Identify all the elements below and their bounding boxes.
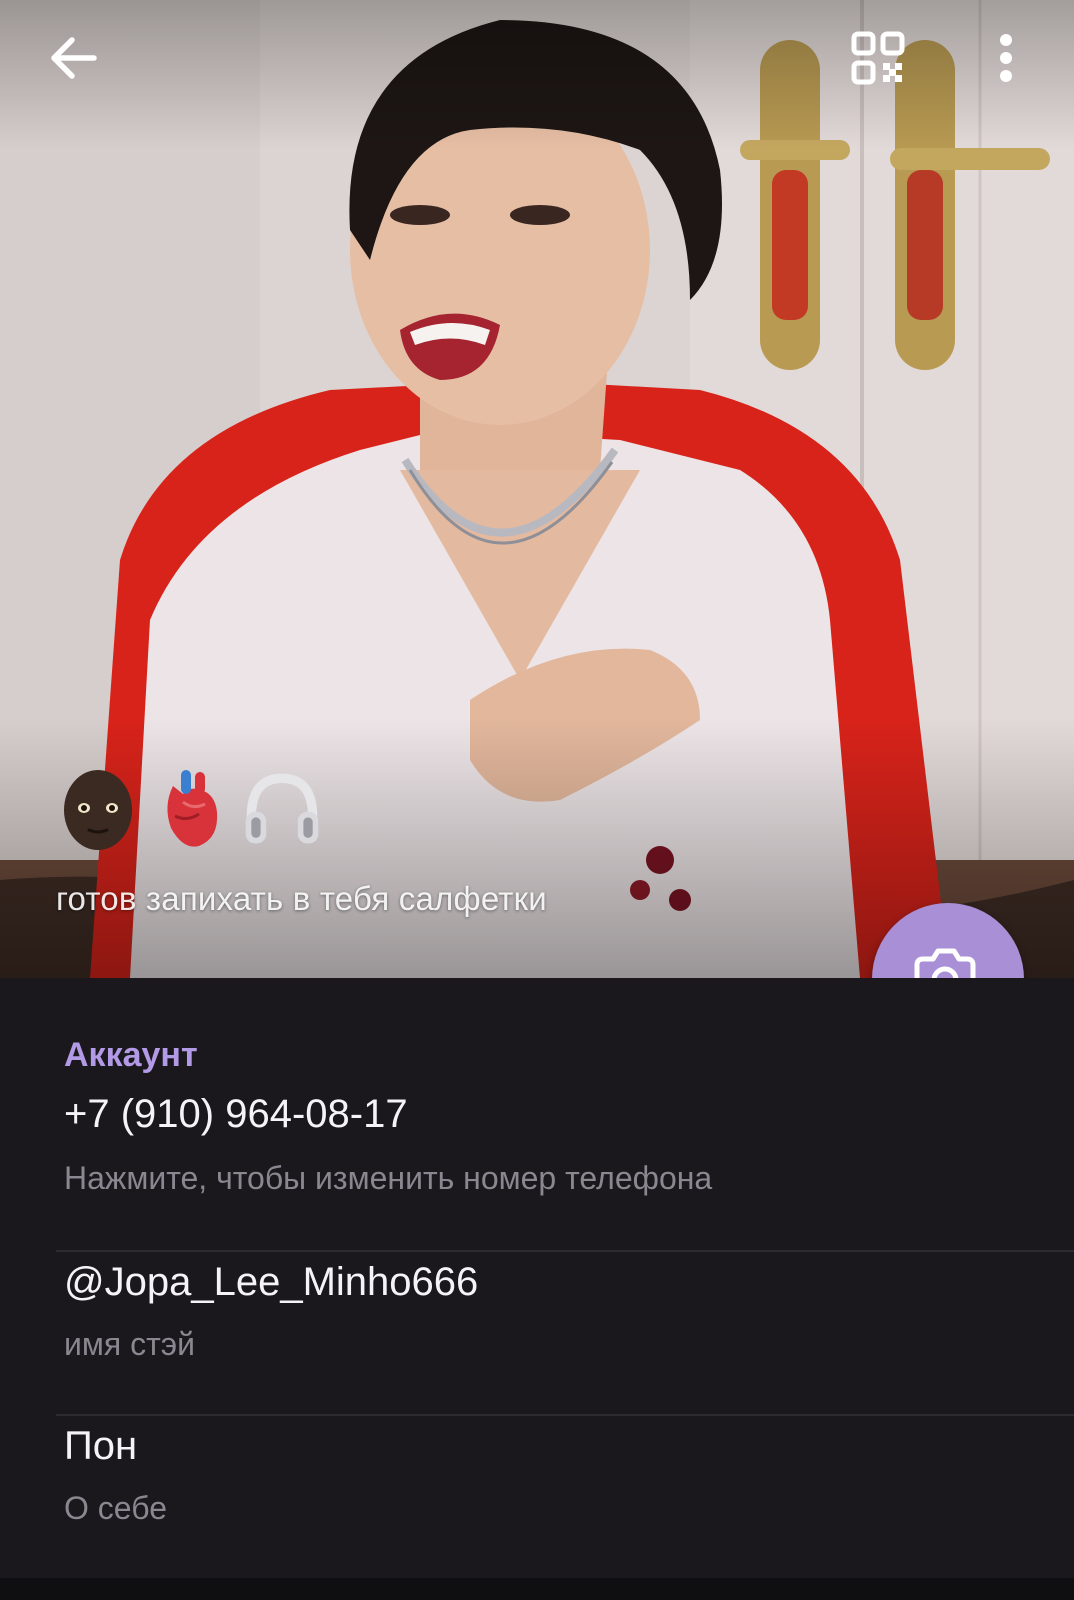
bio-caption: готов запихать в тебя салфетки [56, 880, 547, 917]
profile-settings-screen: готов запихать в тебя салфетки Аккаунт +… [0, 0, 1074, 1600]
phone-number-row[interactable]: +7 (910) 964-08-17 Нажмите, чтобы измени… [0, 1074, 1074, 1226]
bio-row[interactable]: Пон О себе [0, 1416, 1074, 1556]
account-section-title: Аккаунт [64, 1036, 198, 1074]
bio-hint: О себе [64, 1490, 167, 1526]
account-section: Аккаунт +7 (910) 964-08-17 Нажмите, чтоб… [0, 978, 1074, 1578]
qr-code-icon [851, 31, 905, 85]
more-options-button[interactable] [962, 14, 1050, 102]
qr-code-button[interactable] [834, 14, 922, 102]
username: @Jopa_Lee_Minho666 [64, 1260, 479, 1304]
profile-photo[interactable]: готов запихать в тебя салфетки [0, 0, 1074, 978]
headphones-emoji-icon [242, 764, 322, 854]
navigation-bar [0, 1578, 1074, 1600]
back-arrow-icon [51, 37, 97, 79]
phone-number: +7 (910) 964-08-17 [64, 1092, 408, 1136]
phone-number-hint: Нажмите, чтобы изменить номер телефона [64, 1160, 713, 1196]
bio-text: Пон [64, 1424, 138, 1468]
bio-emoji-row [58, 764, 322, 854]
person-emoji-icon [58, 764, 138, 854]
username-row[interactable]: @Jopa_Lee_Minho666 имя стэй [0, 1252, 1074, 1414]
more-vertical-icon [1000, 34, 1012, 82]
anatomical-heart-emoji-icon [150, 764, 230, 854]
username-hint: имя стэй [64, 1326, 195, 1362]
back-button[interactable] [30, 14, 118, 102]
